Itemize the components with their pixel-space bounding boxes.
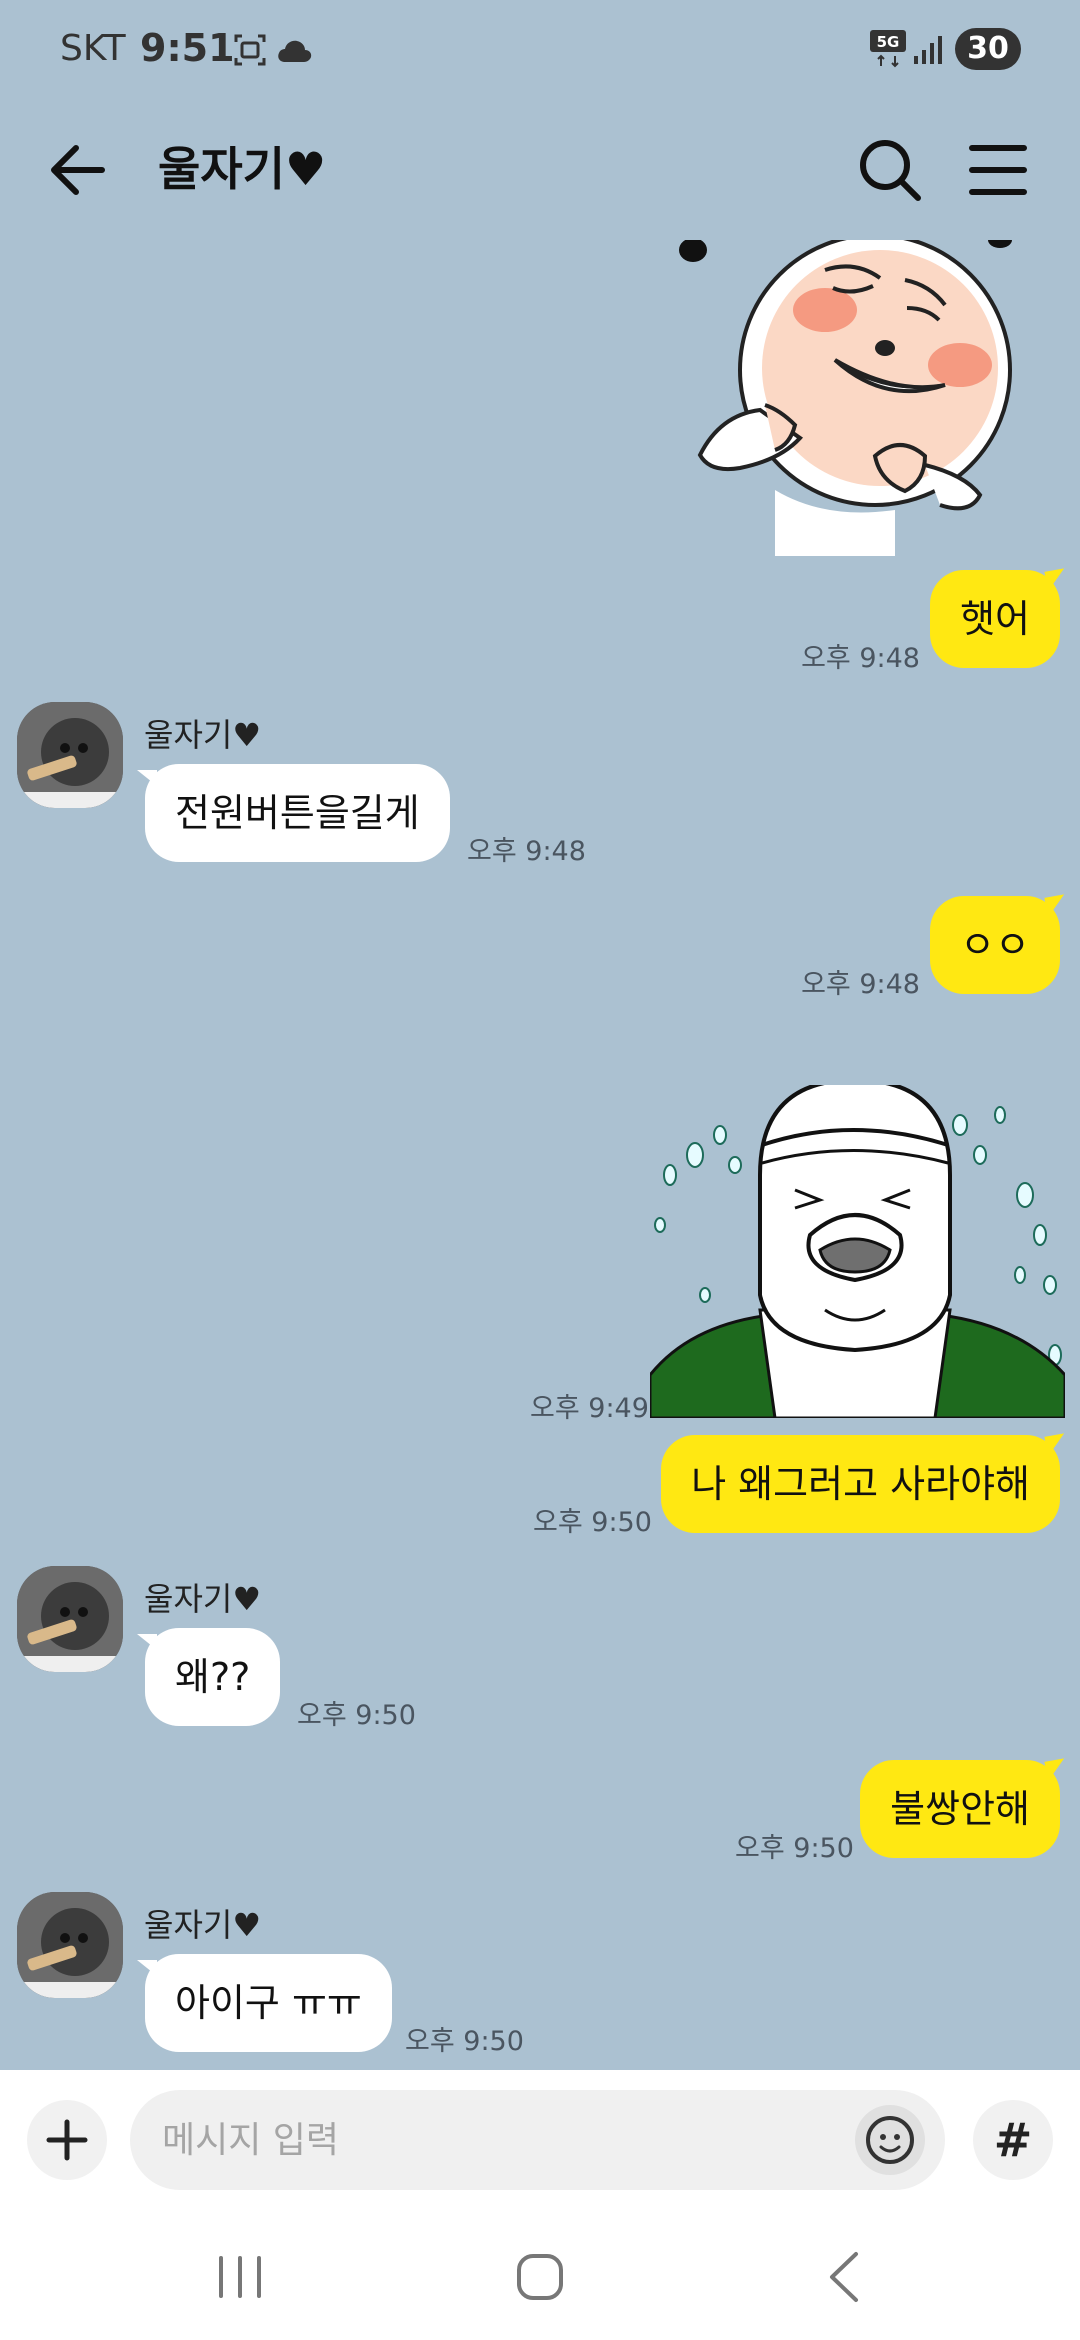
back-arrow-icon[interactable] — [40, 130, 120, 210]
sender-name: 울자기♥ — [144, 1580, 262, 1618]
signal-icon — [914, 36, 942, 64]
sender-name: 울자기♥ — [144, 716, 262, 754]
search-icon[interactable] — [850, 130, 930, 210]
status-bar: SKT 9:51 5G 30 — [0, 0, 1080, 100]
avatar[interactable] — [17, 702, 123, 808]
recent-apps-icon[interactable] — [205, 2242, 275, 2312]
message-time: 오후 9:48 — [801, 969, 920, 1000]
avatar-image — [17, 1566, 123, 1672]
message-input-bar: # — [0, 2070, 1080, 2210]
home-icon[interactable] — [505, 2242, 575, 2312]
hash-label: # — [993, 2113, 1033, 2167]
clock: 9:51 — [140, 26, 235, 70]
battery-level: 30 — [967, 31, 1009, 66]
avatar[interactable] — [17, 1892, 123, 1998]
my-message-bubble[interactable]: ㅇㅇ — [930, 896, 1060, 994]
message-time: 오후 9:50 — [735, 1833, 854, 1864]
my-message-bubble[interactable]: 나 왜그러고 사라야해 — [661, 1435, 1060, 1533]
my-message-bubble[interactable]: 불쌍안해 — [860, 1760, 1060, 1858]
message-time: 오후 9:49 — [530, 1393, 649, 1424]
my-message-bubble[interactable]: 햇어 — [930, 570, 1060, 668]
chat-area[interactable]: 햇어 오후 9:48 울자기♥ 전원버튼을길게 오후 9:48 ㅇㅇ 오후 9:… — [0, 240, 1080, 2070]
other-message-bubble[interactable]: 전원버튼을길게 — [137, 764, 450, 862]
avatar[interactable] — [17, 1566, 123, 1672]
sticker-blushing[interactable] — [675, 240, 1015, 556]
chat-header: 울자기♥ — [0, 100, 1080, 240]
other-message-bubble[interactable]: 아이구 ㅠㅠ — [137, 1954, 392, 2052]
message-time: 오후 9:48 — [801, 643, 920, 674]
sticker-crying[interactable] — [650, 1085, 1065, 1418]
carrier-label: SKT — [60, 28, 126, 69]
avatar-image — [17, 1892, 123, 1998]
sender-name: 울자기♥ — [144, 1906, 262, 1944]
emoji-icon — [866, 2116, 914, 2164]
5g-icon: 5G — [870, 30, 906, 68]
other-message-bubble[interactable]: 왜?? — [136, 1628, 281, 1726]
battery-icon: 30 — [955, 28, 1021, 70]
system-navigation-bar — [0, 2210, 1080, 2340]
plus-icon — [46, 2119, 88, 2161]
cloud-icon — [278, 40, 312, 62]
message-time: 오후 9:48 — [467, 836, 586, 867]
message-time: 오후 9:50 — [533, 1507, 652, 1538]
message-time: 오후 9:50 — [297, 1700, 416, 1731]
hashtag-search-button[interactable]: # — [973, 2100, 1053, 2180]
chat-title: 울자기♥ — [158, 142, 327, 196]
message-input[interactable] — [130, 2090, 945, 2190]
network-badge: 5G — [877, 33, 900, 51]
emoji-button[interactable] — [855, 2105, 925, 2175]
menu-icon[interactable] — [958, 130, 1038, 210]
attach-button[interactable] — [27, 2100, 107, 2180]
back-icon[interactable] — [810, 2242, 880, 2312]
avatar-image — [17, 702, 123, 808]
message-time: 오후 9:50 — [405, 2026, 524, 2057]
screenshot-icon — [234, 34, 266, 66]
